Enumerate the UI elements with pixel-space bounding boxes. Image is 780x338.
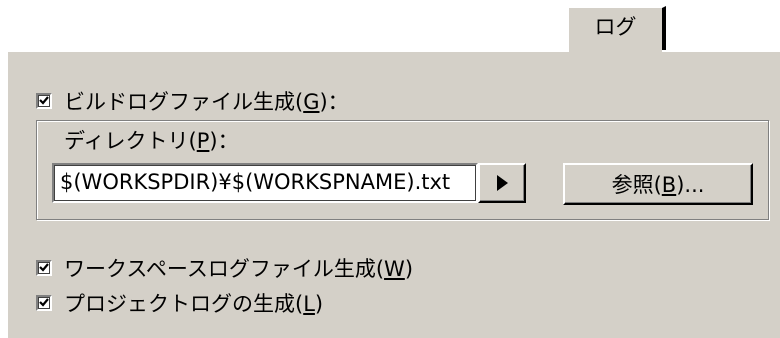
checkmark-icon xyxy=(39,263,49,272)
checkmark-icon xyxy=(39,298,49,307)
browse-button-label: 参照(B)... xyxy=(611,173,705,197)
checkmark-icon xyxy=(39,96,49,105)
workspace-log-checkbox[interactable] xyxy=(36,260,52,276)
tab-join xyxy=(569,48,662,54)
right-triangle-icon xyxy=(497,175,508,191)
project-log-checkbox[interactable] xyxy=(36,295,52,311)
browse-button[interactable]: 参照(B)... xyxy=(563,163,753,205)
build-log-label: ビルドログファイル生成(G)： xyxy=(64,90,349,114)
directory-path-input[interactable]: $(WORKSPDIR)¥$(WORKSPNAME).txt xyxy=(52,163,478,203)
project-log-checkbox-row[interactable]: プロジェクトログの生成(L) xyxy=(36,288,323,318)
macro-insert-button[interactable] xyxy=(478,163,526,203)
tab-log[interactable]: ログ xyxy=(567,6,666,50)
workspace-log-label: ワークスペースログファイル生成(W) xyxy=(64,257,414,281)
workspace-log-checkbox-row[interactable]: ワークスペースログファイル生成(W) xyxy=(36,253,413,283)
project-log-label: プロジェクトログの生成(L) xyxy=(64,292,324,316)
directory-label: ディレクトリ(P)： xyxy=(64,129,239,153)
tab-log-label: ログ xyxy=(594,15,637,39)
build-log-checkbox-row[interactable]: ビルドログファイル生成(G)： xyxy=(36,86,349,116)
build-log-checkbox[interactable] xyxy=(36,93,52,109)
